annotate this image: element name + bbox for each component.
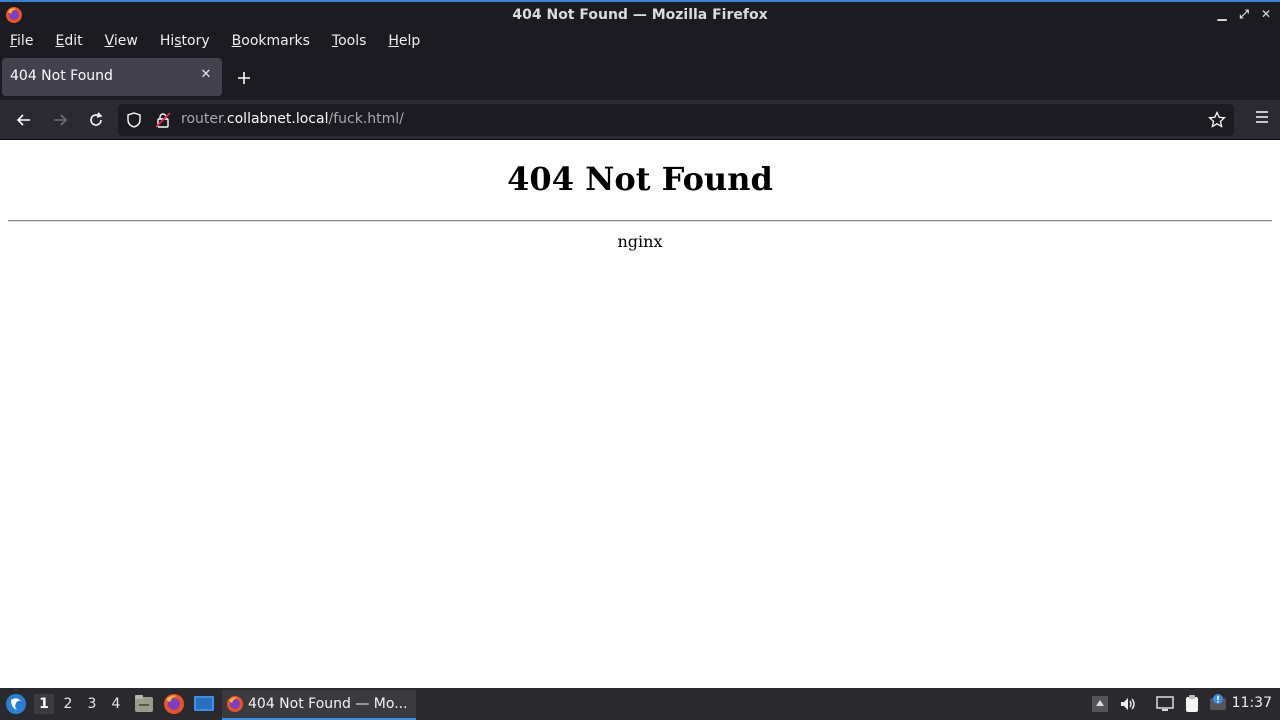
file-manager-icon[interactable] [132,692,156,716]
menu-bookmarks-accel: B [231,33,242,49]
menu-bookmarks-label: ookmarks [241,33,310,49]
bookmark-star-icon[interactable] [1208,111,1226,129]
task-label: 404 Not Found — Mo... [248,696,408,712]
reload-icon [90,112,103,126]
menu-tools[interactable]: Tools [321,28,378,54]
navigation-toolbar: router.collabnet.local/fuck.html/ [0,100,1280,140]
hamburger-menu-icon[interactable] [1254,109,1270,125]
reload-button[interactable] [82,106,110,134]
window-title: 404 Not Found — Mozilla Firefox [512,7,768,23]
back-button[interactable] [10,106,38,134]
divider [8,220,1272,222]
menu-edit[interactable]: Edit [44,28,93,54]
start-menu-icon[interactable] [4,692,28,716]
menu-file[interactable]: File [0,28,44,54]
workspace-1[interactable]: 1 [34,694,54,714]
server-signature: nginx [617,232,663,251]
menu-edit-accel: E [55,33,65,49]
menu-view[interactable]: View [94,28,149,54]
window-titlebar: 404 Not Found — Mozilla Firefox ▁ ⤢ ✕ [0,0,1280,28]
notification-icon[interactable] [1208,694,1228,714]
menu-history-accel: s [174,33,182,49]
menu-view-label: iew [113,33,138,49]
workspace-2[interactable]: 2 [58,694,78,714]
tab-title: 404 Not Found [10,68,113,84]
menu-history[interactable]: History [149,28,221,54]
network-icon[interactable] [1155,694,1175,714]
tray-up-arrow-icon[interactable] [1090,694,1110,714]
workspace-4[interactable]: 4 [106,694,126,714]
desktop-icon[interactable] [192,692,216,716]
plus-icon [238,72,250,84]
firefox-launcher-icon[interactable] [162,692,186,716]
taskbar-firefox-window[interactable]: 404 Not Found — Mo... [222,690,416,720]
taskbar: 1 2 3 4 404 Not Found — Mo... 11:37 [0,688,1280,720]
tab-close-icon[interactable]: ✕ [198,67,214,83]
minimize-icon[interactable]: ▁ [1214,6,1230,22]
url-domain: collabnet.local [226,111,329,127]
clipboard-icon[interactable] [1182,694,1202,714]
tab-strip: 404 Not Found ✕ [0,54,1280,100]
forward-button[interactable] [46,106,74,134]
menu-bar: File Edit View History Bookmarks Tools H… [0,28,1280,54]
menu-help[interactable]: Help [377,28,431,54]
menu-view-accel: V [104,33,114,49]
menu-help-label: elp [398,33,421,49]
error-heading: 404 Not Found [507,160,773,198]
clock: 11:37 [1231,695,1272,711]
page-content: 404 Not Found nginx [0,140,1280,688]
maximize-icon[interactable]: ⤢ [1236,6,1252,22]
url-prefix: router. [181,111,227,127]
shield-icon[interactable] [126,112,142,128]
menu-edit-label: dit [64,33,83,49]
tab-active[interactable]: 404 Not Found ✕ [2,58,222,96]
volume-icon[interactable] [1118,694,1138,714]
menu-tools-label: ools [338,33,367,49]
menu-bookmarks[interactable]: Bookmarks [221,28,321,54]
arrow-left-icon [16,114,30,126]
new-tab-button[interactable] [232,66,256,90]
lock-insecure-icon[interactable] [155,112,171,128]
firefox-task-icon [227,696,243,712]
url-text: router.collabnet.local/fuck.html/ [181,111,404,127]
workspace-3[interactable]: 3 [82,694,102,714]
menu-history-label: tory [181,33,210,49]
url-bar[interactable]: router.collabnet.local/fuck.html/ [118,104,1234,136]
menu-history-pre: Hi [159,33,175,49]
close-icon[interactable]: ✕ [1258,6,1274,22]
url-path: /fuck.html/ [328,111,404,127]
menu-file-label: ile [17,33,34,49]
menu-help-accel: H [388,33,399,49]
menu-file-accel: F [10,33,18,49]
arrow-right-icon [54,114,68,126]
